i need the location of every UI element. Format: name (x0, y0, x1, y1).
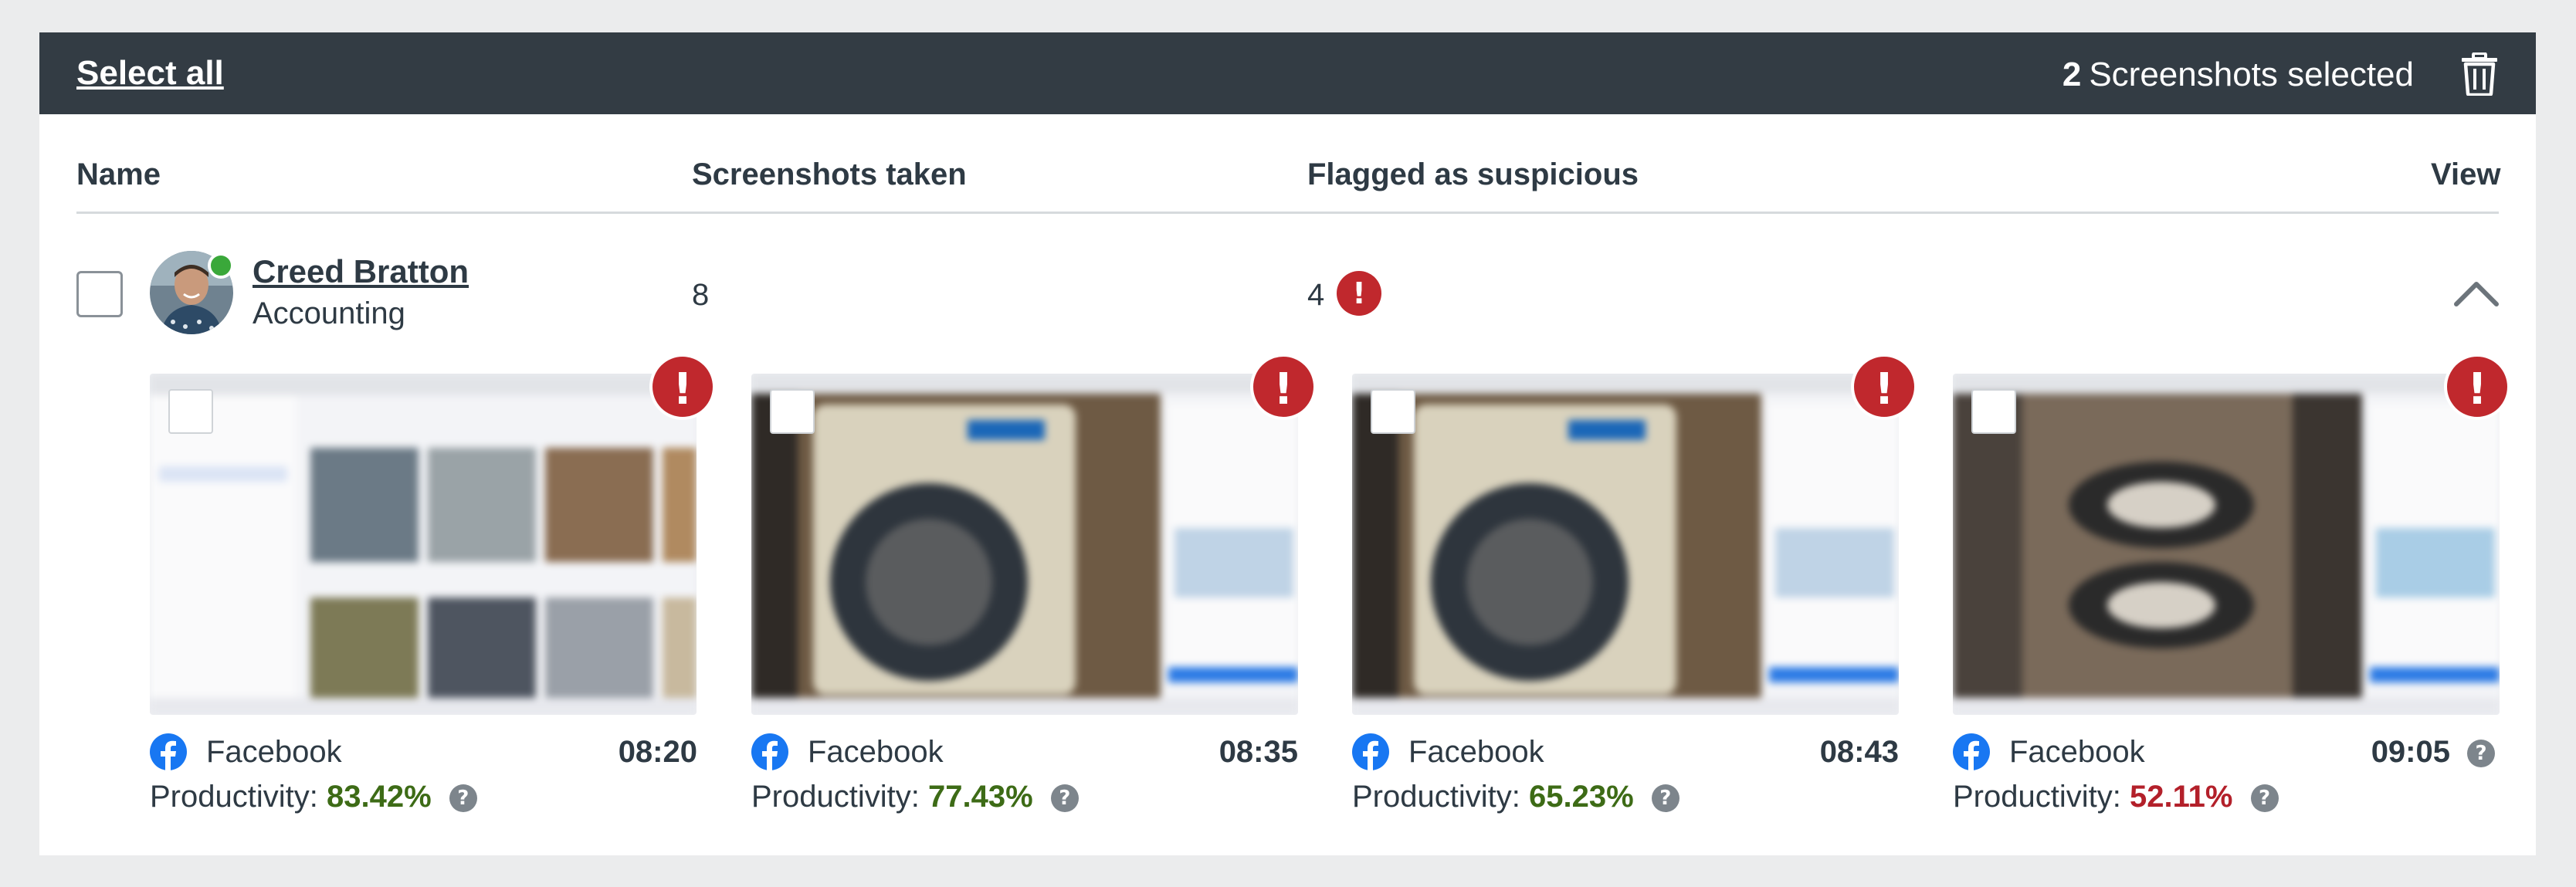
row-checkbox[interactable] (76, 271, 123, 317)
screenshot-checkbox[interactable] (1971, 389, 2016, 434)
facebook-icon (1352, 733, 1389, 770)
screenshots-taken-value: 8 (692, 278, 710, 312)
screenshot-checkbox[interactable] (1371, 389, 1415, 434)
productivity-label: Productivity: (751, 780, 920, 814)
selected-count: 2 (2062, 56, 2082, 93)
trash-icon[interactable] (2460, 52, 2499, 96)
screenshot-checkbox[interactable] (168, 389, 213, 434)
help-icon[interactable]: ? (449, 784, 477, 813)
flagged-count-value: 4 (1307, 278, 1325, 312)
alert-icon: ! (649, 354, 716, 420)
screenshot-app-name: Facebook (206, 735, 342, 769)
alert-icon: ! (1337, 271, 1381, 316)
select-all-link[interactable]: Select all (76, 54, 224, 93)
productivity-value: 83.42% (326, 780, 432, 814)
productivity-row: Productivity: 77.43% ? (751, 780, 1079, 814)
screenshot-time: 09:05 (2371, 735, 2450, 769)
user-department: Accounting (253, 296, 405, 330)
facebook-icon (1953, 733, 1990, 770)
facebook-icon (751, 733, 788, 770)
productivity-value: 77.43% (927, 780, 1033, 814)
screenshot-thumbnail[interactable] (1953, 374, 2500, 715)
alert-icon: ! (2444, 354, 2510, 420)
user-name-link[interactable]: Creed Bratton (253, 253, 469, 290)
selected-suffix: Screenshots selected (2089, 56, 2414, 93)
header-screenshots-taken: Screenshots taken (692, 157, 967, 191)
screenshot-time: 08:20 (618, 735, 697, 769)
screenshot-thumbnail[interactable] (751, 374, 1298, 715)
productivity-label: Productivity: (1953, 780, 2121, 814)
screenshot-time: 08:43 (1819, 735, 1899, 769)
selection-toolbar: Select all 2 Screenshots selected (39, 32, 2536, 114)
productivity-row: Productivity: 65.23% ? (1352, 780, 1679, 814)
screenshot-time: 08:35 (1219, 735, 1298, 769)
productivity-label: Productivity: (150, 780, 318, 814)
screenshots-panel: Select all 2 Screenshots selected Name Sc… (39, 32, 2536, 855)
chevron-up-icon[interactable] (2452, 278, 2501, 309)
productivity-row: Productivity: 83.42% ? (150, 780, 477, 814)
header-divider (76, 212, 2499, 214)
screenshot-thumbnail[interactable] (1352, 374, 1899, 715)
help-icon[interactable]: ? (1050, 784, 1079, 813)
screenshot-app-name: Facebook (1408, 735, 1544, 769)
alert-icon: ! (1250, 354, 1317, 420)
header-view: View (2431, 157, 2501, 191)
online-status-icon (208, 252, 234, 279)
productivity-label: Productivity: (1352, 780, 1520, 814)
screenshot-app-name: Facebook (808, 735, 944, 769)
help-icon[interactable]: ? (2467, 740, 2495, 767)
alert-icon: ! (1851, 354, 1917, 420)
help-icon[interactable]: ? (1651, 784, 1679, 813)
header-flagged: Flagged as suspicious (1307, 157, 1639, 191)
screenshot-thumbnail[interactable] (150, 374, 697, 715)
selected-count-text: 2 Screenshots selected (2062, 56, 2414, 94)
screenshot-checkbox[interactable] (770, 389, 815, 434)
help-icon[interactable]: ? (2250, 784, 2279, 813)
productivity-value: 52.11% (2129, 780, 2233, 814)
header-name: Name (76, 157, 161, 191)
productivity-row: Productivity: 52.11% ? (1953, 780, 2279, 814)
screenshot-app-name: Facebook (2009, 735, 2145, 769)
productivity-value: 65.23% (1528, 780, 1634, 814)
facebook-icon (150, 733, 187, 770)
